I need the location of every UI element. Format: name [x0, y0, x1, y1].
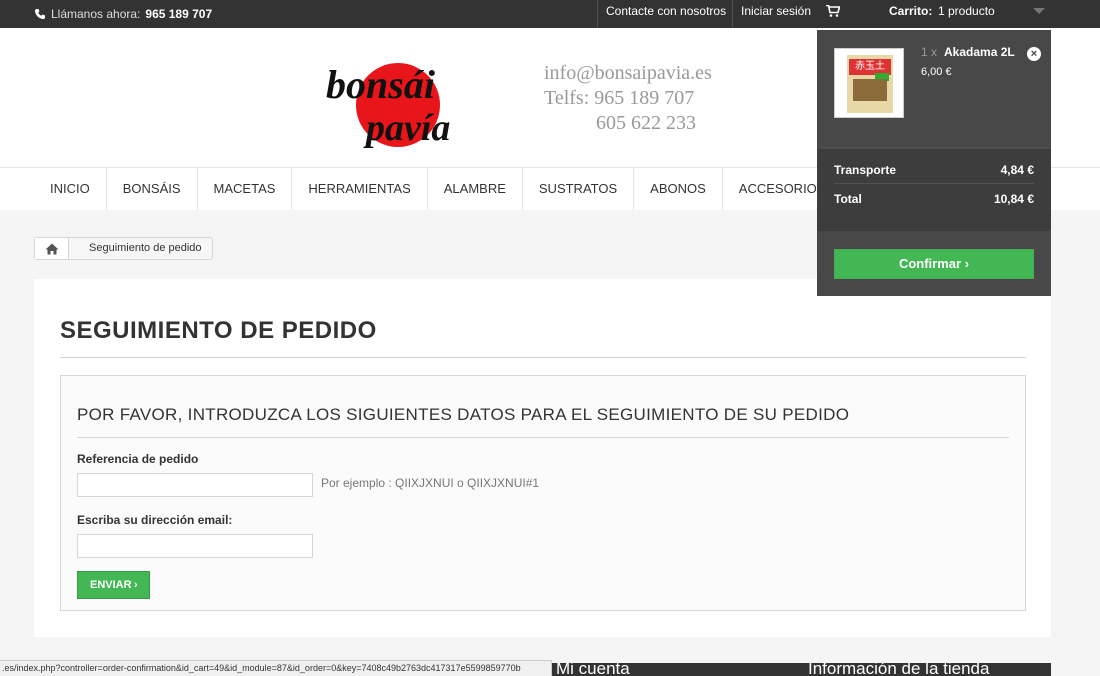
page-title: Seguimiento de pedido — [60, 317, 377, 344]
cart-count: 1 producto — [938, 4, 995, 18]
confirm-label: Confirmar — [898, 256, 962, 271]
header-phone-2: 605 622 233 — [596, 112, 696, 134]
shipping-row: Transporte 4,84 € — [834, 156, 1034, 184]
order-reference-label: Referencia de pedido — [77, 452, 199, 466]
shipping-value: 4,84 € — [1000, 163, 1034, 177]
order-reference-hint: Por ejemplo : QIIXJXNUI o QIIXJXNUI#1 — [321, 476, 540, 490]
menu-item-alambre[interactable]: Alambre — [428, 168, 523, 210]
phone-icon — [35, 9, 45, 19]
header-phone-1: Telfs: 965 189 707 — [544, 87, 695, 109]
cart-item-name[interactable]: Akadama 2L — [944, 45, 1015, 59]
email-input[interactable] — [77, 534, 313, 558]
footer: Mi cuenta Información de la tienda — [552, 663, 1051, 676]
cart-icon — [826, 5, 840, 17]
breadcrumb-home[interactable] — [35, 238, 69, 259]
shipping-label: Transporte — [834, 163, 897, 177]
divider — [60, 357, 1026, 358]
phone-prefix: Llámanos ahora: — [51, 7, 141, 21]
logo-text-bottom: pavía — [363, 107, 450, 149]
chevron-right-icon: › — [964, 256, 970, 271]
top-bar: Llámanos ahora: 965 189 707 Contacte con… — [0, 0, 1100, 28]
site-logo[interactable]: bonsái pavía — [320, 50, 490, 150]
submit-label: Enviar — [90, 579, 132, 591]
menu-item-abonos[interactable]: Abonos — [634, 168, 723, 210]
header-email: info@bonsaipavia.es — [544, 62, 712, 84]
cart-item-price: 6,00 € — [921, 66, 952, 78]
cart-dropdown: 赤玉土 1 x Akadama 2L 6,00 € × Transporte 4… — [817, 30, 1051, 296]
total-label: Total — [834, 192, 862, 206]
cart-button[interactable]: Carrito: 1 producto — [817, 0, 1051, 28]
menu-item-sustratos[interactable]: Sustratos — [523, 168, 635, 210]
phone-contact: Llámanos ahora: 965 189 707 — [34, 0, 212, 28]
menu-item-herramientas[interactable]: Herramientas — [292, 168, 428, 210]
total-row: Total 10,84 € — [834, 185, 1034, 213]
footer-store-info-title: Información de la tienda — [808, 663, 990, 676]
menu-item-macetas[interactable]: Macetas — [198, 168, 293, 210]
order-tracking-form: Por favor, introduzca los siguientes dat… — [60, 375, 1026, 611]
logo-text-top: bonsái — [326, 62, 435, 107]
order-reference-input[interactable] — [77, 473, 313, 497]
submit-button[interactable]: Enviar › — [77, 571, 150, 599]
cart-label: Carrito: — [889, 4, 933, 18]
confirm-button[interactable]: Confirmar › — [834, 249, 1034, 279]
cart-item: 赤玉土 1 x Akadama 2L 6,00 € × — [817, 30, 1051, 148]
product-picture — [853, 79, 887, 101]
login-link[interactable]: Iniciar sesión — [732, 0, 819, 28]
form-title: Por favor, introduzca los siguientes dat… — [77, 405, 850, 424]
footer-my-account-title: Mi cuenta — [556, 663, 630, 676]
product-image[interactable]: 赤玉土 — [834, 48, 904, 118]
header-contact-info: info@bonsaipavia.es Telfs: 965 189 707 6… — [544, 61, 712, 136]
cart-totals: Transporte 4,84 € Total 10,84 € — [817, 149, 1051, 231]
menu-item-inicio[interactable]: Inicio — [34, 168, 107, 210]
cart-item-quantity: 1 x — [921, 45, 938, 59]
home-icon — [45, 243, 58, 254]
menu-item-bonsais[interactable]: Bonsáis — [107, 168, 198, 210]
chevron-right-icon: › — [134, 579, 138, 591]
phone-number: 965 189 707 — [145, 7, 213, 21]
email-label: Escriba su dirección email: — [77, 513, 233, 527]
total-value: 10,84 € — [993, 192, 1034, 206]
main-content: Seguimiento de pedido Por favor, introdu… — [34, 279, 1051, 637]
breadcrumb-current: Seguimiento de pedido — [89, 242, 202, 254]
remove-item-icon[interactable]: × — [1027, 47, 1041, 61]
product-bag-image: 赤玉土 — [847, 55, 893, 113]
browser-status-url: .es/index.php?controller=order-confirmat… — [0, 660, 552, 676]
breadcrumb: Seguimiento de pedido — [34, 237, 213, 260]
chevron-down-icon — [1033, 8, 1045, 14]
contact-link[interactable]: Contacte con nosotros — [597, 0, 734, 28]
divider — [77, 437, 1009, 438]
